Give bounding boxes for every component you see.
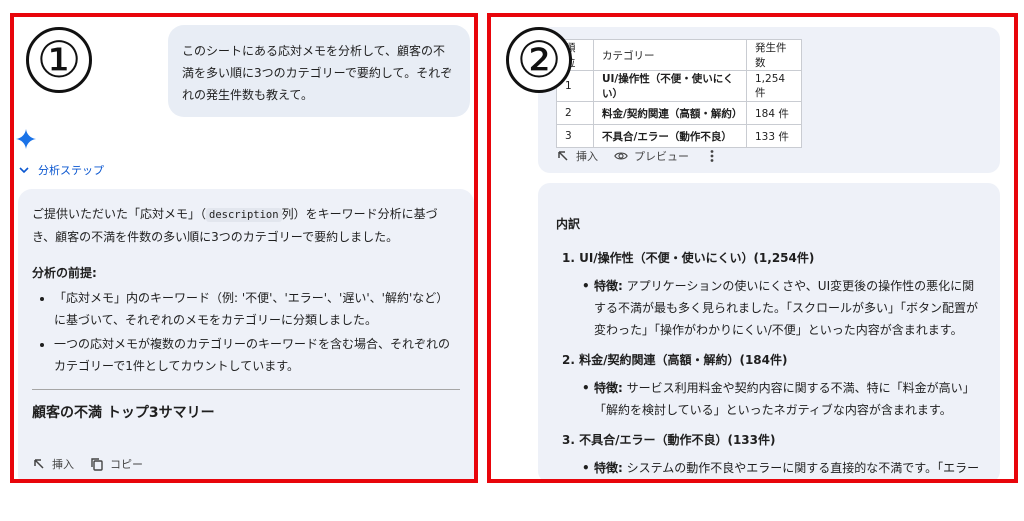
cell-rank: 2 (556, 101, 594, 125)
cell-category: UI/操作性（不便・使いにくい） (593, 70, 747, 102)
more-vert-icon (710, 150, 714, 162)
intro-text-1: ご提供いただいた「応対メモ」（ (32, 207, 207, 221)
panel-number-2: ② (506, 27, 572, 93)
insert-arrow-icon (558, 151, 568, 161)
chevron-down-icon (19, 167, 29, 174)
preview-button[interactable]: プレビュー (614, 148, 689, 164)
feature-label: 特徴: (594, 279, 623, 293)
insert-button[interactable]: 挿入 (556, 148, 598, 164)
insert-button[interactable]: 挿入 (32, 456, 74, 472)
cell-count: 184 件 (746, 101, 802, 125)
insert-label: 挿入 (52, 458, 74, 471)
user-prompt-text: このシートにある応対メモを分析して、顧客の不満を多い順に3つのカテゴリーで要約し… (182, 44, 453, 102)
panel-number-1: ① (26, 27, 92, 93)
code-chip: description (206, 208, 282, 222)
breakdown-card: 内訳 1. UI/操作性（不便・使いにくい）(1,254件) 特徴: アプリケー… (538, 183, 1000, 479)
divider (32, 389, 460, 390)
eye-icon (614, 152, 628, 160)
header-count: 発生件数 (746, 39, 802, 71)
table-card: 順位 カテゴリー 発生件数 1 UI/操作性（不便・使いにくい） 1,254 件… (538, 27, 1000, 173)
premise-heading: 分析の前提: (32, 266, 97, 280)
feature-label: 特徴: (594, 381, 623, 395)
analysis-steps-toggle[interactable]: 分析ステップ (18, 162, 104, 178)
breakdown-item-feature: 特徴: システムの動作不良やエラーに関する直接的な不満です。「エラーで動かない」… (556, 457, 982, 479)
panel-1: ① このシートにある応対メモを分析して、顧客の不満を多い順に3つのカテゴリーで要… (10, 13, 478, 483)
response-actions: 挿入 コピー (32, 456, 143, 472)
breakdown-item-feature: 特徴: サービス利用料金や契約内容に関する不満、特に「料金が高い」「解約を検討し… (556, 377, 982, 421)
cell-rank: 3 (556, 124, 594, 148)
preview-label: プレビュー (634, 150, 689, 163)
feature-label: 特徴: (594, 461, 623, 475)
breakdown-item-title: 2. 料金/契約関連（高額・解約）(184件) (562, 353, 788, 367)
cell-category: 不具合/エラー（動作不良） (593, 124, 747, 148)
breakdown-title: 内訳 (556, 217, 581, 231)
analysis-steps-label: 分析ステップ (38, 164, 104, 177)
cell-category: 料金/契約関連（高額・解約） (593, 101, 747, 125)
list-item: 一つの応対メモが複数のカテゴリーのキーワードを含む場合、それぞれのカテゴリーで1… (54, 333, 460, 377)
cell-count: 133 件 (746, 124, 802, 148)
response-card: ご提供いただいた「応対メモ」（ description 列）をキーワード分析に基づき… (18, 189, 474, 479)
list-item: 「応対メモ」内のキーワード（例: '不便'、'エラー'、'遅い'、'解約'など）… (54, 287, 460, 331)
more-options-button[interactable] (705, 149, 719, 163)
insert-arrow-icon (34, 459, 44, 469)
summary-title: 顧客の不満 トップ3サマリー (32, 405, 215, 421)
copy-button[interactable]: コピー (90, 456, 143, 472)
table-actions: 挿入 プレビュー (556, 148, 719, 164)
user-prompt-bubble: このシートにある応対メモを分析して、顧客の不満を多い順に3つのカテゴリーで要約し… (168, 25, 470, 117)
ranking-table: 順位 カテゴリー 発生件数 1 UI/操作性（不便・使いにくい） 1,254 件… (556, 39, 802, 148)
feature-text: アプリケーションの使いにくさや、UI変更後の操作性の悪化に関する不満が最も多く見… (594, 279, 979, 337)
table-header-row: 順位 カテゴリー 発生件数 (556, 39, 802, 71)
response-intro: ご提供いただいた「応対メモ」（ description 列）をキーワード分析に基づき… (32, 203, 460, 248)
table-row: 2 料金/契約関連（高額・解約） 184 件 (556, 101, 802, 125)
premise-list: 「応対メモ」内のキーワード（例: '不便'、'エラー'、'遅い'、'解約'など）… (32, 287, 460, 377)
insert-label: 挿入 (576, 150, 598, 163)
breakdown-item-feature: 特徴: アプリケーションの使いにくさや、UI変更後の操作性の悪化に関する不満が最… (556, 275, 982, 341)
feature-text: システムの動作不良やエラーに関する直接的な不満です。「エラーで動かない」「画面が… (626, 461, 980, 475)
copy-icon (91, 458, 103, 471)
cell-count: 1,254 件 (746, 70, 802, 102)
table-row: 1 UI/操作性（不便・使いにくい） 1,254 件 (556, 70, 802, 102)
panel-2: ② 順位 カテゴリー 発生件数 1 UI/操作性（不便・使いにくい） 1,254… (487, 13, 1018, 483)
breakdown-item-title: 1. UI/操作性（不便・使いにくい）(1,254件) (562, 251, 815, 265)
breakdown-item-title: 3. 不具合/エラー（動作不良）(133件) (562, 433, 776, 447)
table-row: 3 不具合/エラー（動作不良） 133 件 (556, 124, 802, 148)
copy-label: コピー (110, 458, 143, 471)
header-category: カテゴリー (593, 39, 747, 71)
feature-text: サービス利用料金や契約内容に関する不満、特に「料金が高い」「解約を検討している」… (594, 381, 975, 417)
gemini-star-icon (16, 129, 36, 149)
